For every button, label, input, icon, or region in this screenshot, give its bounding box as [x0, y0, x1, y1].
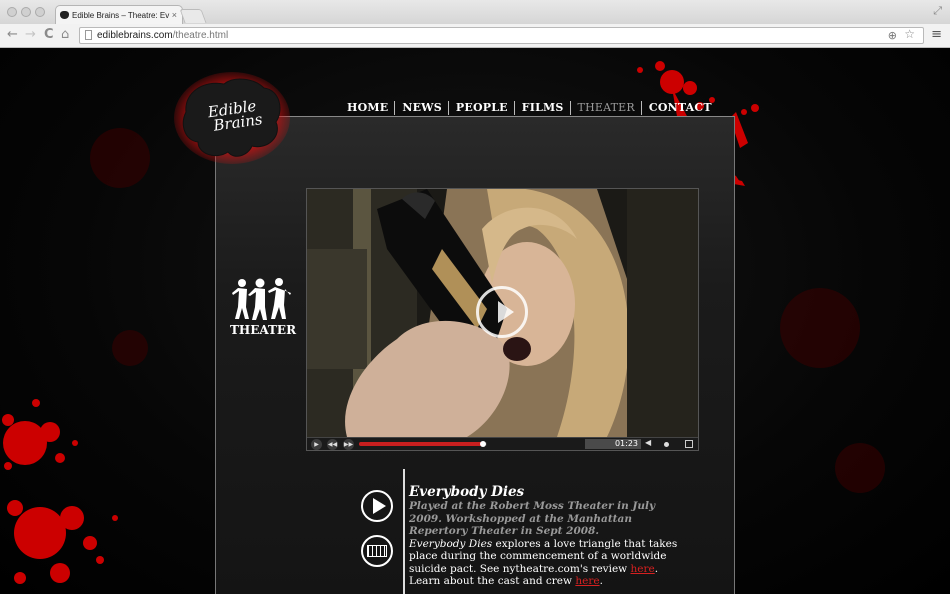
production-subtitle: Played at the Robert Moss Theater in Jul…: [409, 500, 656, 537]
new-tab-button[interactable]: [179, 9, 207, 23]
nav-theater[interactable]: THEATER: [569, 101, 641, 115]
zombie-silhouettes-icon: [232, 278, 291, 320]
nav-films[interactable]: FILMS: [513, 101, 570, 115]
cast-crew-link[interactable]: here: [575, 575, 599, 587]
zoom-window-button[interactable]: [35, 7, 45, 17]
seek-bar[interactable]: [359, 441, 487, 447]
production-title: Everybody Dies: [409, 484, 525, 500]
page-background: Edible Brains HOME NEWS PEOPLE FILMS THE…: [0, 48, 950, 594]
body-text-3: .: [599, 575, 603, 587]
nav-home[interactable]: HOME: [340, 101, 394, 115]
video-play-overlay-icon[interactable]: [476, 286, 528, 338]
volume-slider[interactable]: [664, 442, 669, 447]
review-link[interactable]: here: [631, 563, 655, 575]
brain-favicon-icon: [60, 11, 69, 19]
minimize-window-button[interactable]: [21, 7, 31, 17]
tab-close-icon[interactable]: ×: [172, 6, 177, 25]
play-icon[interactable]: ▶: [311, 439, 322, 450]
time-display: 01:23: [585, 439, 641, 449]
main-nav: HOME NEWS PEOPLE FILMS THEATER CONTACT: [340, 101, 718, 115]
production-body: Everybody Dies explores a love triangle …: [409, 538, 689, 588]
nav-contact[interactable]: CONTACT: [640, 101, 718, 115]
film-strip-inner-icon: [367, 545, 387, 557]
address-bar[interactable]: ediblebrains.com/theatre.html ⊕ ☆: [79, 27, 924, 44]
fullscreen-icon[interactable]: [685, 440, 693, 448]
url-path: /theatre.html: [172, 30, 229, 41]
forward-icon[interactable]: →: [25, 27, 36, 43]
rewind-icon[interactable]: ◀◀: [327, 439, 338, 450]
menu-icon[interactable]: ≡: [931, 27, 942, 42]
film-strip-icon[interactable]: [361, 535, 393, 567]
browser-tab[interactable]: Edible Brains – Theatre: Ev ×: [55, 5, 183, 25]
fullscreen-toggle-icon[interactable]: ⤢: [933, 4, 942, 18]
volume-icon[interactable]: ◀: [645, 438, 651, 447]
nav-people[interactable]: PEOPLE: [447, 101, 514, 115]
video-controls: ▶ ◀◀ ▶▶ 01:23 ◀: [307, 437, 698, 450]
nav-news[interactable]: NEWS: [394, 101, 448, 115]
body-title-emphasis: Everybody Dies: [409, 537, 493, 550]
zoom-icon[interactable]: ⊕: [888, 28, 897, 43]
url-host: ediblebrains.com: [97, 30, 173, 41]
browser-titlebar: Edible Brains – Theatre: Ev × ⤢: [0, 0, 950, 25]
watch-play-icon[interactable]: [361, 490, 393, 522]
video-player[interactable]: ▶ ◀◀ ▶▶ 01:23 ◀: [306, 188, 699, 451]
bookmark-star-icon[interactable]: ☆: [904, 27, 915, 42]
back-icon[interactable]: ←: [7, 27, 18, 43]
production-description: Everybody Dies Played at the Robert Moss…: [409, 485, 689, 588]
seek-handle[interactable]: [480, 441, 487, 447]
fast-forward-icon[interactable]: ▶▶: [343, 439, 354, 450]
browser-toolbar: ← → C ⌂ ediblebrains.com/theatre.html ⊕ …: [0, 24, 950, 48]
home-icon[interactable]: ⌂: [61, 27, 69, 43]
tab-title: Edible Brains – Theatre: Ev: [72, 11, 170, 20]
reload-icon[interactable]: C: [44, 27, 54, 43]
seek-progress: [359, 442, 484, 446]
vertical-divider: [403, 469, 405, 594]
section-label: THEATER: [229, 323, 297, 337]
close-window-button[interactable]: [7, 7, 17, 17]
page-icon: [85, 30, 92, 40]
